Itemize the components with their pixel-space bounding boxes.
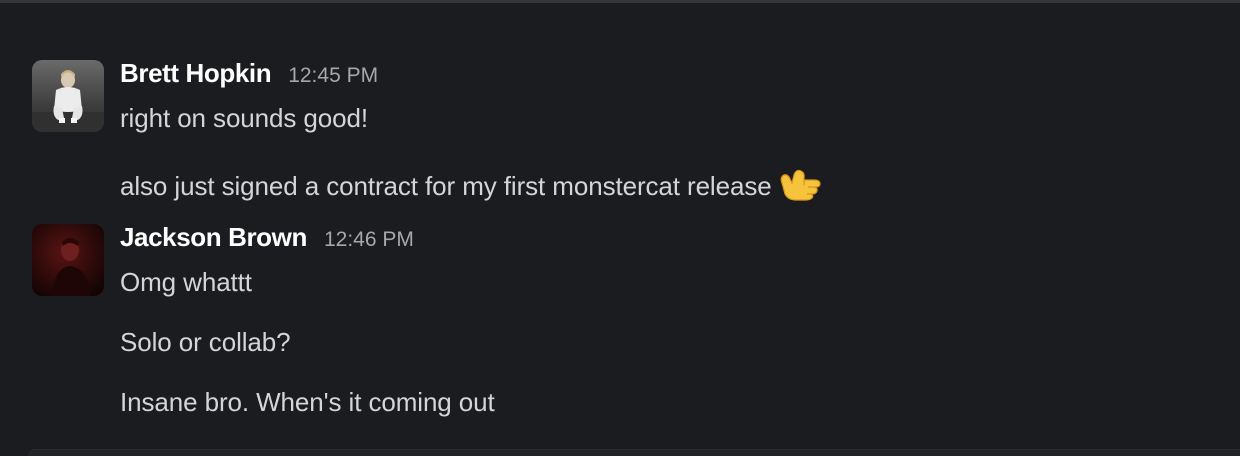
message-text-line: also just signed a contract for my first… bbox=[120, 171, 772, 201]
avatar[interactable] bbox=[32, 60, 104, 132]
user-photo-icon bbox=[32, 60, 104, 132]
message-text-line: right on sounds good! bbox=[120, 103, 368, 133]
composer-edge bbox=[28, 449, 1240, 456]
message-header: Jackson Brown 12:46 PM bbox=[120, 222, 414, 256]
message-list: Brett Hopkin 12:45 PM right on sounds go… bbox=[0, 0, 1240, 456]
call-me-hand-emoji-icon bbox=[778, 163, 824, 210]
message-text: Insane bro. When's it coming out bbox=[120, 387, 495, 418]
message-text-line: Solo or collab? bbox=[120, 327, 291, 357]
timestamp[interactable]: 12:45 PM bbox=[288, 64, 378, 88]
message-text: right on sounds good! bbox=[120, 103, 368, 134]
timestamp[interactable]: 12:46 PM bbox=[324, 228, 414, 252]
sender-name[interactable]: Brett Hopkin bbox=[120, 58, 272, 89]
message-text-line: Insane bro. When's it coming out bbox=[120, 387, 495, 417]
sender-name[interactable]: Jackson Brown bbox=[120, 222, 307, 253]
user-photo-icon bbox=[32, 224, 104, 296]
message-text: also just signed a contract for my first… bbox=[120, 163, 824, 210]
avatar[interactable] bbox=[32, 224, 104, 296]
message-text: Omg whattt bbox=[120, 267, 252, 298]
message-text: Solo or collab? bbox=[120, 327, 291, 358]
message-header: Brett Hopkin 12:45 PM bbox=[120, 58, 378, 92]
message-text-line: Omg whattt bbox=[120, 267, 252, 297]
